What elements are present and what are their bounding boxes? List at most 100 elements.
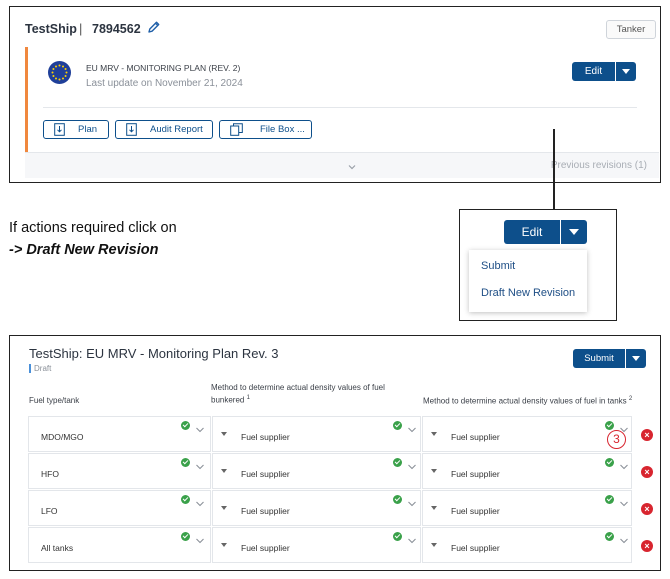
chevron-down-icon[interactable]: [619, 495, 629, 507]
delete-row-button[interactable]: ×: [641, 540, 653, 552]
tanks-method-select[interactable]: Fuel supplier: [422, 453, 632, 489]
pencil-edit-icon[interactable]: [147, 20, 161, 34]
bunkered-method-value: Fuel supplier: [241, 432, 290, 442]
chevron-down-icon[interactable]: [195, 532, 205, 544]
chevron-down-icon[interactable]: [407, 532, 417, 544]
menu-item-draft-new-revision[interactable]: Draft New Revision: [481, 287, 575, 299]
caret-down-icon: [221, 506, 227, 510]
instruction-action: -> Draft New Revision: [9, 242, 159, 258]
caret-down-icon: [431, 506, 437, 510]
chevron-down-icon[interactable]: [619, 421, 629, 433]
edit-dropdown-toggle[interactable]: [616, 62, 636, 81]
chevron-down-icon[interactable]: [619, 532, 629, 544]
plan-download-label: Plan: [78, 124, 98, 135]
check-circle-icon: [181, 458, 190, 467]
bunkered-method-select[interactable]: Fuel supplier: [212, 416, 421, 452]
ship-name: TestShip: [25, 22, 77, 36]
header-separator: |: [79, 21, 83, 36]
caret-down-icon: [221, 469, 227, 473]
check-circle-icon: [393, 532, 402, 541]
edit-button[interactable]: Edit: [572, 62, 615, 81]
column-header-tanks: Method to determine actual density value…: [423, 396, 633, 406]
submit-dropdown-toggle[interactable]: [626, 349, 646, 368]
previous-revisions-link[interactable]: Previous revisions (1): [551, 160, 647, 171]
bunkered-method-select[interactable]: Fuel supplier: [212, 527, 421, 563]
chevron-down-icon[interactable]: [347, 159, 357, 170]
submit-button[interactable]: Submit: [573, 349, 625, 368]
menu-item-submit[interactable]: Submit: [481, 260, 515, 272]
instruction-text: If actions required click on: [9, 220, 177, 236]
chevron-down-icon[interactable]: [407, 421, 417, 433]
check-circle-icon: [605, 458, 614, 467]
plan-last-update: Last update on November 21, 2024: [86, 78, 243, 89]
table-row: HFO Fuel supplier Fuel supplier ×: [10, 453, 662, 489]
chevron-down-icon[interactable]: [195, 421, 205, 433]
chevron-down-icon[interactable]: [407, 495, 417, 507]
check-circle-icon: [605, 495, 614, 504]
column-header-bunkered: Method to determine actual density value…: [211, 383, 385, 405]
caret-down-icon: [431, 469, 437, 473]
table-row: All tanks Fuel supplier Fuel supplier ×: [10, 527, 662, 563]
status-badge: Draft: [29, 364, 51, 373]
tanks-method-value: Fuel supplier: [451, 432, 500, 442]
callout-number-badge: 3: [607, 430, 626, 449]
audit-report-button[interactable]: Audit Report: [115, 120, 213, 139]
fuel-type-label: HFO: [41, 469, 59, 479]
fuel-type-cell[interactable]: MDO/MGO: [28, 416, 211, 452]
tanks-method-select[interactable]: Fuel supplier: [422, 416, 632, 452]
audit-report-label: Audit Report: [150, 124, 203, 135]
fuel-type-label: LFO: [41, 506, 58, 516]
table-row: LFO Fuel supplier Fuel supplier ×: [10, 490, 662, 526]
files-icon: [230, 123, 243, 136]
tanks-method-value: Fuel supplier: [451, 469, 500, 479]
tanks-method-select[interactable]: Fuel supplier: [422, 490, 632, 526]
delete-row-button[interactable]: ×: [641, 429, 653, 441]
ship-imo-number: 7894562: [92, 22, 141, 36]
bunkered-method-value: Fuel supplier: [241, 506, 290, 516]
edit-dropdown-zoom: Edit Submit Draft New Revision: [459, 209, 617, 321]
caret-down-icon: [221, 543, 227, 547]
chevron-down-icon[interactable]: [619, 458, 629, 470]
delete-row-button[interactable]: ×: [641, 503, 653, 515]
edit-dropdown-toggle[interactable]: [561, 220, 587, 244]
plan-card: EU MRV - MONITORING PLAN (REV. 2) Last u…: [25, 47, 659, 152]
caret-down-icon: [221, 432, 227, 436]
panel-header: TestShip | 7894562 Tanker: [10, 7, 660, 47]
chevron-down-icon[interactable]: [195, 495, 205, 507]
check-circle-icon: [605, 421, 614, 430]
edit-button[interactable]: Edit: [504, 220, 560, 244]
edit-dropdown-menu: Submit Draft New Revision: [469, 250, 587, 312]
fuel-type-cell[interactable]: All tanks: [28, 527, 211, 563]
plan-title: EU MRV - MONITORING PLAN (REV. 2): [86, 63, 241, 73]
tanks-method-value: Fuel supplier: [451, 543, 500, 553]
chevron-down-icon[interactable]: [195, 458, 205, 470]
fuel-type-cell[interactable]: HFO: [28, 453, 211, 489]
check-circle-icon: [393, 458, 402, 467]
check-circle-icon: [605, 532, 614, 541]
bunkered-method-value: Fuel supplier: [241, 543, 290, 553]
callout-connector-line: [553, 129, 555, 210]
caret-down-icon: [632, 356, 640, 361]
page-title: TestShip: EU MRV - Monitoring Plan Rev. …: [29, 346, 279, 361]
caret-down-icon: [569, 229, 579, 235]
bunkered-method-select[interactable]: Fuel supplier: [212, 490, 421, 526]
file-box-button[interactable]: File Box ...: [219, 120, 312, 139]
chevron-down-icon[interactable]: [407, 458, 417, 470]
delete-row-button[interactable]: ×: [641, 466, 653, 478]
tanks-method-select[interactable]: Fuel supplier: [422, 527, 632, 563]
document-download-icon: [54, 123, 65, 136]
column-header-fuel: Fuel type/tank: [29, 396, 80, 405]
bunkered-method-value: Fuel supplier: [241, 469, 290, 479]
fuel-type-label: All tanks: [41, 543, 74, 553]
eu-flag-icon: [48, 61, 71, 84]
fuel-type-cell[interactable]: LFO: [28, 490, 211, 526]
monitoring-plan-panel: TestShip | 7894562 Tanker EU MRV - MONIT…: [9, 6, 661, 183]
fuel-type-label: MDO/MGO: [41, 432, 84, 442]
card-divider: [43, 107, 637, 108]
file-box-label: File Box ...: [260, 124, 305, 135]
bunkered-method-select[interactable]: Fuel supplier: [212, 453, 421, 489]
vessel-type-badge[interactable]: Tanker: [606, 20, 656, 39]
check-circle-icon: [181, 495, 190, 504]
caret-down-icon: [431, 432, 437, 436]
plan-download-button[interactable]: Plan: [43, 120, 109, 139]
